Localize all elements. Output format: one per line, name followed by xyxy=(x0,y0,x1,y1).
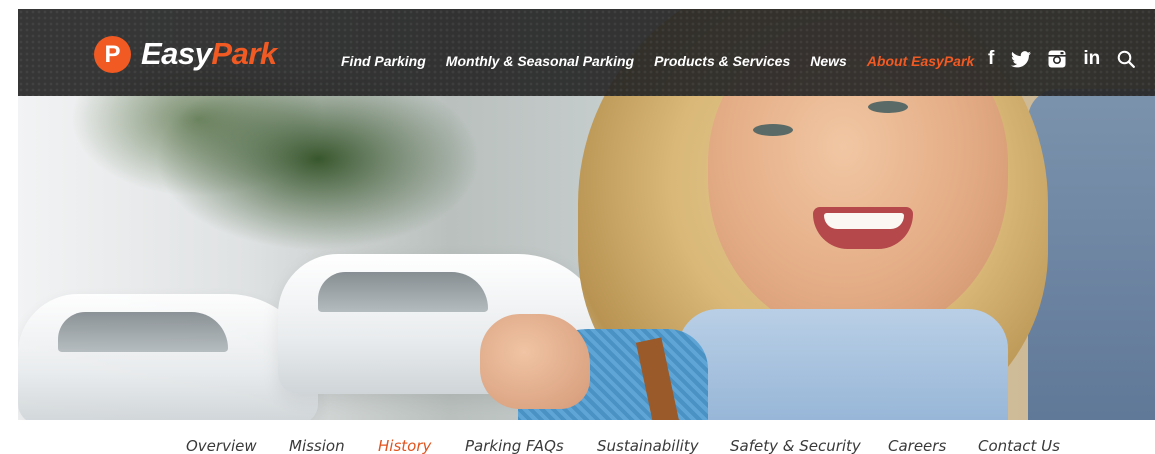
eye xyxy=(753,124,793,136)
logo-badge: P xyxy=(94,35,131,73)
easypark-logo[interactable]: P EasyPark xyxy=(94,34,277,74)
subnav-history[interactable]: History xyxy=(378,437,431,454)
social-links: f in xyxy=(988,47,1136,71)
search-icon[interactable] xyxy=(1117,47,1136,71)
nav-products-services[interactable]: Products & Services xyxy=(654,53,790,69)
hand-on-shoulder xyxy=(480,314,590,409)
subnav-safety-security[interactable]: Safety & Security xyxy=(730,437,861,454)
subnav-overview[interactable]: Overview xyxy=(186,437,257,454)
subnav-contact-us[interactable]: Contact Us xyxy=(978,437,1060,454)
linkedin-icon[interactable]: in xyxy=(1083,47,1100,71)
logo-text: EasyPark xyxy=(141,36,277,72)
main-nav: Find Parking Monthly & Seasonal Parking … xyxy=(341,50,974,72)
subnav-mission[interactable]: Mission xyxy=(289,437,345,454)
shirt xyxy=(678,309,1008,420)
parked-car xyxy=(18,294,318,420)
page: P EasyPark Find Parking Monthly & Season… xyxy=(0,0,1155,454)
eye xyxy=(868,101,908,113)
nav-about-easypark[interactable]: About EasyPark xyxy=(867,53,974,69)
facebook-icon[interactable]: f xyxy=(988,47,994,71)
about-sub-nav: Overview Mission History Parking FAQs Su… xyxy=(0,437,1155,454)
instagram-icon[interactable] xyxy=(1048,47,1066,71)
nav-news[interactable]: News xyxy=(810,53,847,69)
nav-find-parking[interactable]: Find Parking xyxy=(341,53,426,69)
teeth xyxy=(824,213,904,229)
twitter-icon[interactable] xyxy=(1011,47,1032,71)
logo-text-easy: Easy xyxy=(141,36,212,71)
nav-monthly-seasonal-parking[interactable]: Monthly & Seasonal Parking xyxy=(446,53,634,69)
logo-text-park: Park xyxy=(211,36,277,71)
subnav-parking-faqs[interactable]: Parking FAQs xyxy=(465,437,564,454)
subnav-careers[interactable]: Careers xyxy=(888,437,946,454)
subnav-sustainability[interactable]: Sustainability xyxy=(597,437,699,454)
